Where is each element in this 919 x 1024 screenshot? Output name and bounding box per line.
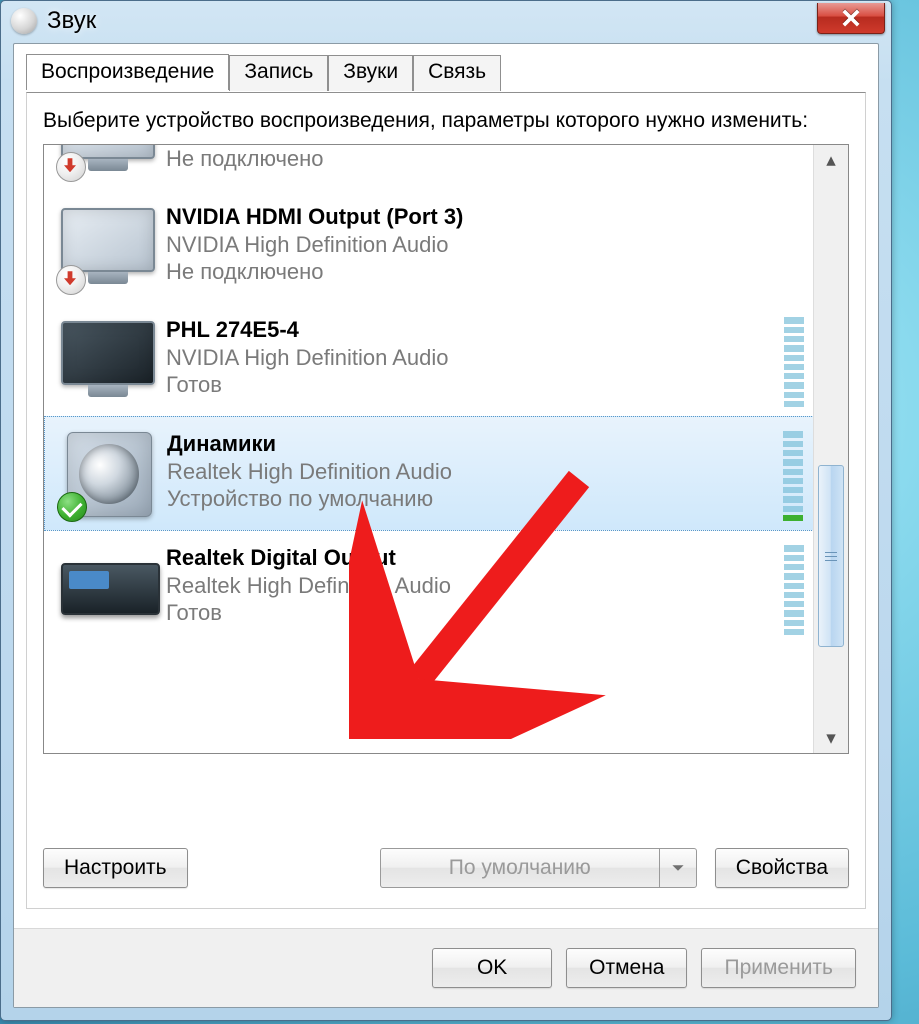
apply-button[interactable]: Применить [701, 948, 856, 988]
device-title: PHL 274E5-4 [166, 317, 776, 343]
sound-icon [11, 8, 37, 34]
status-badge-default-icon [57, 492, 87, 522]
status-badge-disconnected-icon [56, 152, 86, 182]
scroll-up-icon[interactable]: ▴ [814, 145, 848, 175]
scrollbar[interactable]: ▴ ▾ [813, 145, 848, 753]
scroll-thumb[interactable] [818, 465, 844, 647]
set-default-dropdown[interactable]: По умолчанию [380, 848, 697, 888]
device-status: Не подключено [166, 258, 804, 286]
device-row[interactable]: NVIDIA HDMI Output (Port 3) NVIDIA High … [44, 190, 814, 303]
device-status: Готов [166, 371, 776, 399]
level-meter [783, 431, 803, 521]
annotation-arrow-icon [349, 469, 609, 739]
close-button[interactable] [817, 3, 885, 34]
level-meter [784, 317, 804, 407]
panel-buttons: Настроить По умолчанию Свойства [43, 844, 849, 892]
scroll-down-icon[interactable]: ▾ [814, 723, 848, 753]
device-icon-digital [56, 541, 156, 636]
device-icon-monitor [56, 200, 156, 295]
device-subtitle: NVIDIA High Definition Audio [166, 231, 804, 259]
dialog-buttons: OK Отмена Применить [14, 928, 878, 1007]
window-title: Звук [47, 7, 96, 35]
level-meter [784, 545, 804, 635]
device-icon-speaker [57, 427, 157, 522]
tab-communications[interactable]: Связь [413, 55, 501, 91]
device-row[interactable]: PHL 274E5-4 NVIDIA High Definition Audio… [44, 303, 814, 416]
close-icon [842, 9, 860, 27]
client-area: Воспроизведение Запись Звуки Связь Выбер… [13, 43, 879, 1008]
tab-playback[interactable]: Воспроизведение [26, 54, 229, 90]
titlebar[interactable]: Звук [1, 1, 891, 41]
tab-sounds[interactable]: Звуки [328, 55, 413, 91]
device-status: Не подключено [166, 145, 804, 172]
properties-button[interactable]: Свойства [715, 848, 849, 888]
tab-panel: Выберите устройство воспроизведения, пар… [26, 92, 866, 909]
sound-window: Звук Воспроизведение Запись Звуки Связь … [0, 0, 892, 1021]
instruction-text: Выберите устройство воспроизведения, пар… [43, 107, 849, 134]
status-badge-disconnected-icon [56, 265, 86, 295]
device-title: Динамики [167, 431, 775, 457]
configure-button[interactable]: Настроить [43, 848, 188, 888]
chevron-down-icon [671, 861, 685, 875]
tab-recording[interactable]: Запись [229, 55, 328, 91]
cancel-button[interactable]: Отмена [566, 948, 687, 988]
dropdown-arrow[interactable] [659, 848, 697, 888]
device-row[interactable]: NVIDIA HDMI Output (Port 2) NVIDIA High … [44, 145, 814, 190]
ok-button[interactable]: OK [432, 948, 552, 988]
device-icon-monitor [56, 145, 156, 182]
device-list-container: NVIDIA HDMI Output (Port 2) NVIDIA High … [43, 144, 849, 754]
set-default-button-label[interactable]: По умолчанию [380, 848, 659, 888]
device-icon-monitor [56, 313, 156, 408]
device-subtitle: NVIDIA High Definition Audio [166, 344, 776, 372]
tabs: Воспроизведение Запись Звуки Связь [26, 53, 501, 89]
device-title: NVIDIA HDMI Output (Port 3) [166, 204, 804, 230]
